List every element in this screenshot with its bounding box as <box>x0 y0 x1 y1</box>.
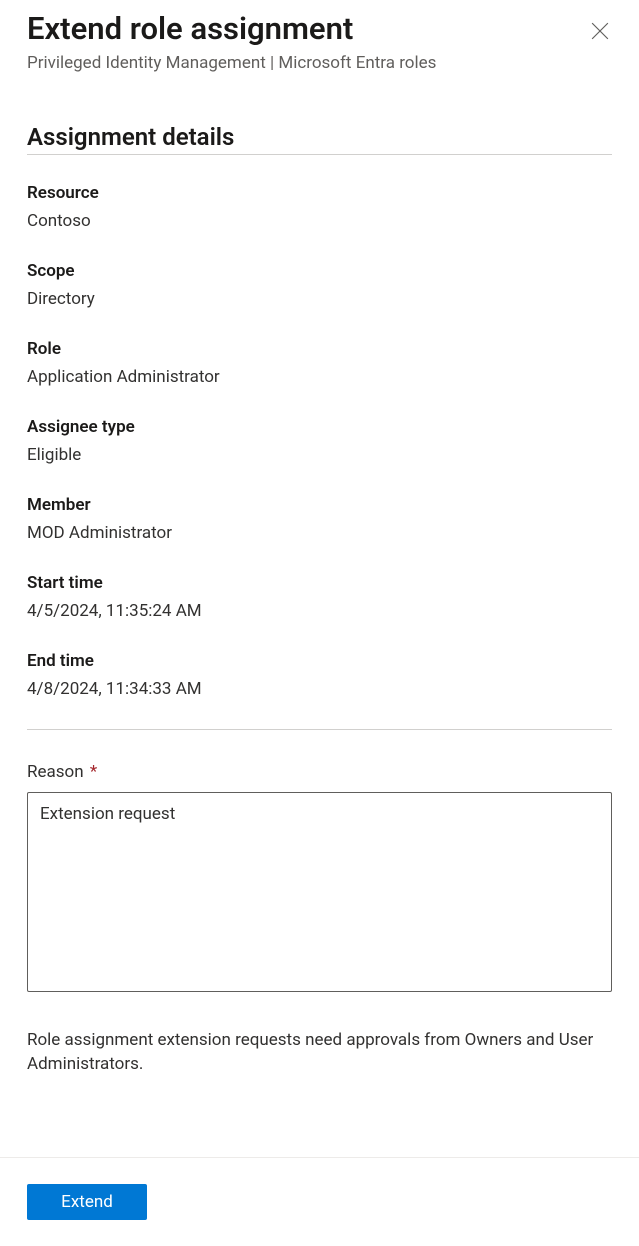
field-scope: Scope Directory <box>27 261 612 309</box>
field-label: End time <box>27 651 612 671</box>
field-value: Eligible <box>27 445 612 465</box>
close-icon <box>591 22 609 43</box>
reason-textarea[interactable] <box>27 792 612 992</box>
field-role: Role Application Administrator <box>27 339 612 387</box>
required-indicator: * <box>90 762 97 782</box>
field-label: Start time <box>27 573 612 593</box>
section-heading-assignment-details: Assignment details <box>27 123 612 155</box>
extend-role-panel: Extend role assignment Privileged Identi… <box>0 0 639 1077</box>
panel-footer: Extend <box>0 1157 639 1246</box>
field-assignee-type: Assignee type Eligible <box>27 417 612 465</box>
helper-text: Role assignment extension requests need … <box>27 1028 612 1077</box>
panel-header: Extend role assignment Privileged Identi… <box>27 10 612 73</box>
field-value: MOD Administrator <box>27 523 612 543</box>
panel-title: Extend role assignment <box>27 10 612 49</box>
reason-label-row: Reason * <box>27 762 612 782</box>
reason-label: Reason <box>27 762 84 782</box>
field-value: 4/8/2024, 11:34:33 AM <box>27 679 612 699</box>
field-end-time: End time 4/8/2024, 11:34:33 AM <box>27 651 612 699</box>
field-start-time: Start time 4/5/2024, 11:35:24 AM <box>27 573 612 621</box>
field-label: Member <box>27 495 612 515</box>
close-button[interactable] <box>588 20 612 44</box>
field-label: Role <box>27 339 612 359</box>
field-value: 4/5/2024, 11:35:24 AM <box>27 601 612 621</box>
field-label: Assignee type <box>27 417 612 437</box>
field-value: Contoso <box>27 211 612 231</box>
field-value: Directory <box>27 289 612 309</box>
field-value: Application Administrator <box>27 367 612 387</box>
field-member: Member MOD Administrator <box>27 495 612 543</box>
panel-subtitle: Privileged Identity Management | Microso… <box>27 53 612 73</box>
extend-button[interactable]: Extend <box>27 1184 147 1220</box>
field-label: Resource <box>27 183 612 203</box>
divider <box>27 729 612 730</box>
field-resource: Resource Contoso <box>27 183 612 231</box>
field-label: Scope <box>27 261 612 281</box>
